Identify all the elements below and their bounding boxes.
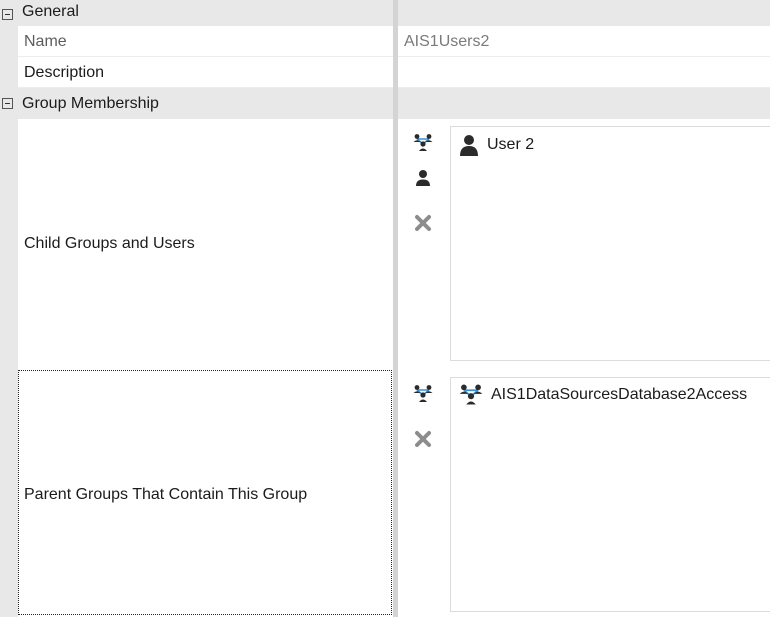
add-user-icon[interactable] — [412, 167, 434, 189]
group-icon — [457, 382, 485, 408]
property-label-description: Description — [24, 64, 105, 81]
user-icon — [457, 133, 481, 157]
collapse-toggle-icon[interactable] — [2, 98, 13, 109]
collapse-toggle-icon[interactable] — [2, 9, 13, 20]
property-label-parent-groups: Parent Groups That Contain This Group — [24, 486, 308, 503]
remove-icon[interactable] — [412, 212, 434, 234]
list-item[interactable]: AIS1DataSourcesDatabase2Access — [457, 382, 747, 408]
column-splitter[interactable] — [393, 0, 398, 617]
category-label-group-membership: Group Membership — [22, 95, 159, 112]
property-label-child-groups: Child Groups and Users — [24, 235, 195, 252]
category-general[interactable]: General — [0, 0, 770, 26]
property-value-name: AIS1Users2 — [404, 33, 490, 50]
list-item-text: AIS1DataSourcesDatabase2Access — [491, 386, 748, 403]
child-groups-list[interactable]: User 2 — [450, 126, 770, 361]
remove-icon[interactable] — [412, 428, 434, 450]
add-group-icon[interactable] — [412, 383, 434, 405]
property-label-name: Name — [24, 33, 67, 50]
list-item-text: User 2 — [487, 136, 535, 153]
list-item[interactable]: User 2 — [457, 132, 534, 158]
property-grid: General Name AIS1Users2 Description Grou… — [0, 0, 770, 617]
category-label-general: General — [22, 3, 79, 20]
category-group-membership[interactable]: Group Membership — [0, 88, 770, 119]
parent-groups-list[interactable]: AIS1DataSourcesDatabase2Access — [450, 377, 770, 612]
add-group-icon[interactable] — [412, 132, 434, 154]
